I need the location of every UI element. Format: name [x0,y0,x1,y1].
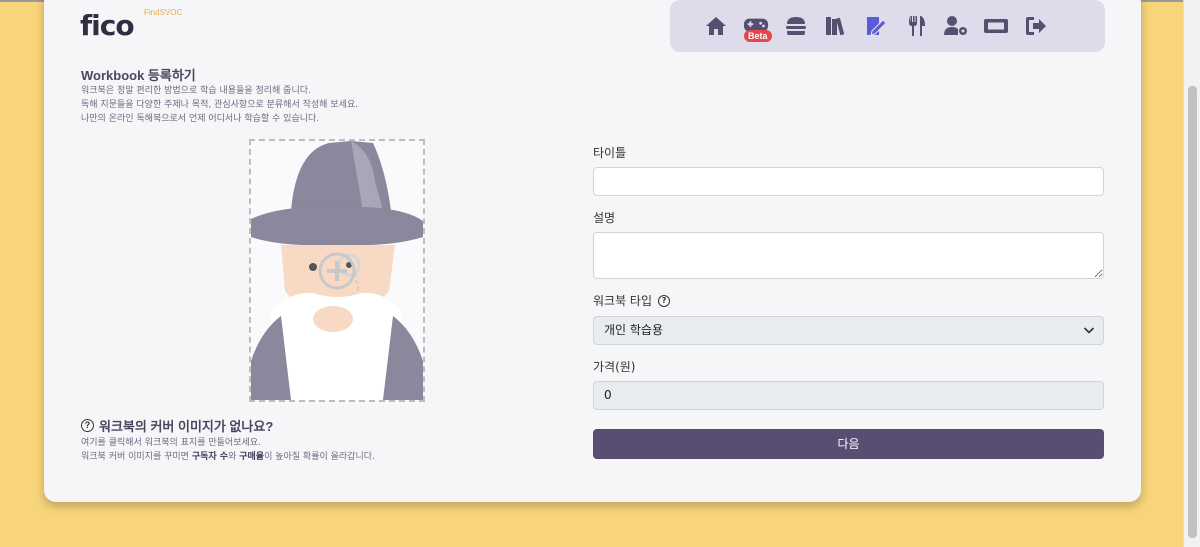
nav-food[interactable] [896,11,936,41]
utensils-icon [909,16,925,36]
cover-image-upload[interactable] [249,139,425,402]
workbook-type-label-text: 워크북 타입 [593,294,653,308]
no-cover-desc-bold: 구매율 [239,452,265,462]
no-cover-desc-text: 와 [228,452,240,462]
nav-user-settings[interactable] [936,11,976,41]
description-label: 설명 [593,211,616,225]
no-cover-desc-text: 이 높아질 확률이 올라갑니다. [264,452,375,462]
nav-logout[interactable] [1016,11,1056,41]
user-gear-icon [944,16,967,35]
no-cover-description: 여기를 클릭해서 워크북의 표지를 만들어보세요. 워크북 커버 이미지를 꾸미… [81,436,375,464]
scrollbar-thumb[interactable] [1188,86,1197,538]
page-title: Workbook 등록하기 [81,68,196,83]
no-cover-question[interactable]: ? 워크북의 커버 이미지가 없나요? [81,416,273,435]
next-button[interactable]: 다음 [593,429,1104,459]
no-cover-desc-line2: 워크북 커버 이미지를 꾸미면 구독자 수와 구매율이 높아질 확률이 올라갑니… [81,450,375,464]
logo-subtext: FindSVOC [144,8,183,17]
description-textarea[interactable] [593,232,1104,279]
books-icon [826,17,845,36]
desc-line: 워크북은 정말 편리한 방법으로 학습 내용들을 정리해 줍니다. [81,86,311,96]
question-circle-icon: ? [81,419,94,432]
price-label: 가격(원) [593,360,636,374]
nav-burger[interactable] [776,11,816,41]
price-input: 0 [593,381,1104,410]
no-cover-question-text: 워크북의 커버 이미지가 없나요? [99,419,274,434]
nav-game[interactable]: Beta [736,11,776,42]
top-nav: Beta [670,0,1105,52]
workbook-type-value: 개인 학습용 [604,323,664,337]
logo-text: fico [80,9,135,42]
desc-line: 독해 지문들을 다양한 주제나 목적, 관심사항으로 분류해서 작성해 보세요. [81,100,359,110]
help-icon[interactable]: ? [658,294,671,307]
edit-book-icon [867,17,887,36]
beta-badge: Beta [744,30,772,42]
burger-icon [786,17,806,35]
title-label: 타이틀 [593,146,627,160]
title-input[interactable] [593,167,1104,196]
home-icon [706,17,726,35]
nav-books[interactable] [816,11,856,41]
page-scrollbar[interactable] [1183,0,1200,547]
nav-ticket[interactable] [976,11,1016,41]
main-card: fico FindSVOC Beta Workbook 등록하기 워크북은 정말… [44,0,1141,502]
desc-line: 나만의 온라인 독해북으로서 언제 어디서나 학습할 수 있습니다. [81,114,320,124]
nav-workbook[interactable] [856,11,896,41]
logout-icon [1026,17,1046,35]
page-description: 워크북은 정말 편리한 방법으로 학습 내용들을 정리해 줍니다. 독해 지문들… [81,84,358,126]
no-cover-desc-line1: 여기를 클릭해서 워크북의 표지를 만들어보세요. [81,438,261,448]
workbook-type-label: 워크북 타입 ? [593,292,671,309]
workbook-type-select[interactable]: 개인 학습용 [593,316,1104,345]
wizard-placeholder-image [251,141,423,400]
chevron-down-icon [1083,327,1095,334]
nav-home[interactable] [696,11,736,41]
no-cover-desc-bold: 구독자 수 [191,452,229,462]
no-cover-desc-text: 워크북 커버 이미지를 꾸미면 [81,452,192,462]
ticket-icon [984,19,1008,33]
fico-logo[interactable]: fico FindSVOC [80,8,190,44]
